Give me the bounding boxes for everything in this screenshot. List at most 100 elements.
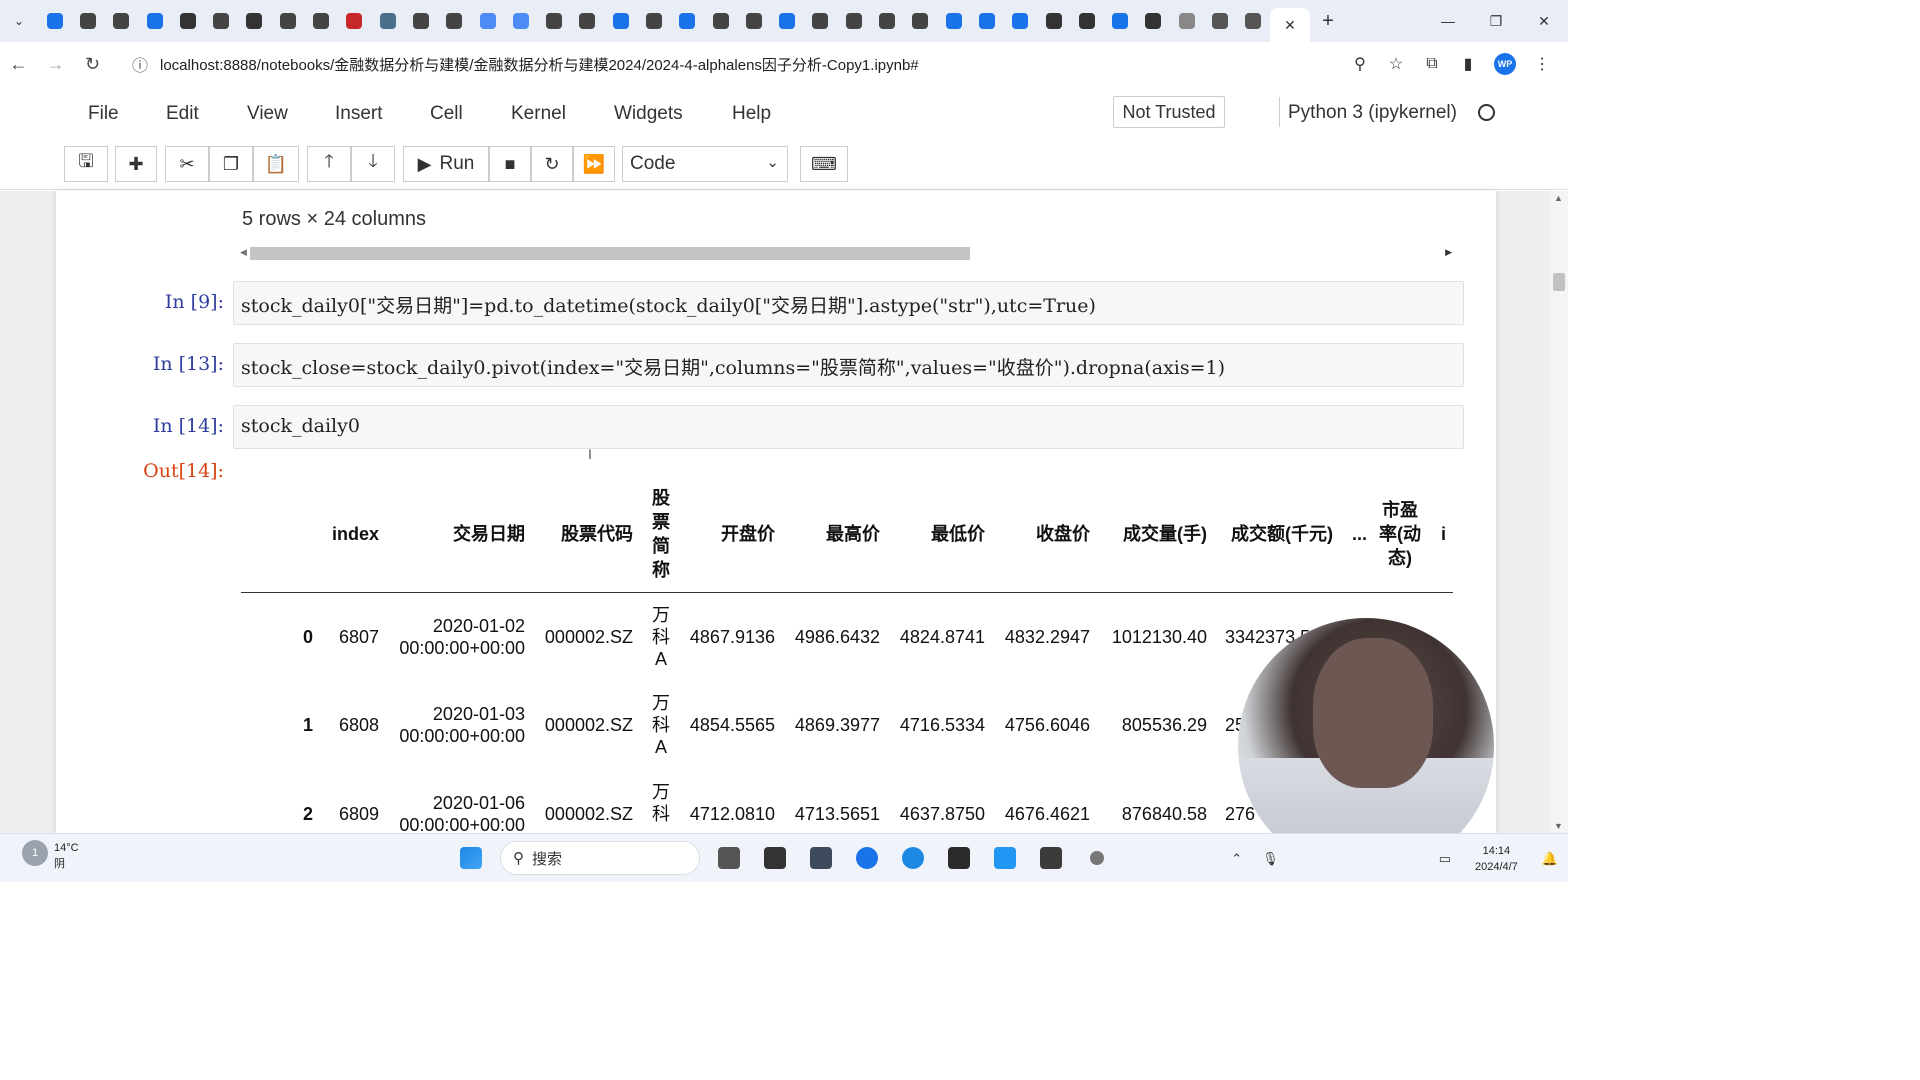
tab-favicon[interactable]: [138, 0, 171, 42]
kernel-name[interactable]: Python 3 (ipykernel): [1288, 102, 1457, 124]
task-view-button[interactable]: [706, 840, 752, 876]
tab-favicon[interactable]: [1203, 0, 1236, 42]
scroll-up-icon[interactable]: ▲: [1554, 193, 1563, 203]
taskbar-app-explorer[interactable]: [798, 840, 844, 876]
paste-button[interactable]: 📋: [253, 146, 299, 182]
zoom-icon[interactable]: ⚲: [1342, 42, 1378, 86]
tab-favicon[interactable]: [1037, 0, 1070, 42]
cut-button[interactable]: ✂: [165, 146, 209, 182]
taskbar-app-console[interactable]: [936, 840, 982, 876]
trust-indicator[interactable]: Not Trusted: [1113, 96, 1225, 128]
tab-favicon[interactable]: [1004, 0, 1037, 42]
tab-favicon[interactable]: [571, 0, 604, 42]
reload-icon[interactable]: ↻: [74, 42, 111, 86]
taskbar-app-chrome[interactable]: [844, 840, 890, 876]
tab-favicon[interactable]: [1137, 0, 1170, 42]
menu-file[interactable]: File: [88, 103, 119, 125]
tab-favicon[interactable]: [238, 0, 271, 42]
run-button[interactable]: ▶ Run: [403, 146, 489, 182]
scroll-down-icon[interactable]: ▼: [1554, 821, 1563, 831]
tab-favicon[interactable]: [471, 0, 504, 42]
command-palette-button[interactable]: ⌨: [800, 146, 848, 182]
browser-menu-icon[interactable]: ⋮: [1524, 42, 1560, 86]
menu-help[interactable]: Help: [732, 103, 771, 125]
tab-favicon[interactable]: [338, 0, 371, 42]
tray-chevron-up-icon[interactable]: ⌃: [1231, 851, 1242, 867]
tab-favicon[interactable]: [771, 0, 804, 42]
battery-icon[interactable]: ▭: [1439, 851, 1451, 867]
clock[interactable]: 14:14 2024/4/7: [1475, 843, 1518, 875]
tab-favicon[interactable]: [804, 0, 837, 42]
close-tab-icon[interactable]: ✕: [1284, 17, 1296, 34]
tab-favicon[interactable]: [204, 0, 237, 42]
tab-favicon[interactable]: [937, 0, 970, 42]
taskbar-app-check[interactable]: [890, 840, 936, 876]
tab-favicon[interactable]: [38, 0, 71, 42]
horizontal-scrollbar[interactable]: ◀ ▶: [240, 246, 1452, 262]
tab-favicon[interactable]: [1237, 0, 1270, 42]
weather-widget[interactable]: 1 14°C 阴: [22, 840, 79, 872]
active-tab[interactable]: ✕: [1269, 8, 1310, 42]
profile-avatar[interactable]: WP: [1494, 53, 1516, 75]
tab-favicon[interactable]: [604, 0, 637, 42]
code-cell-9[interactable]: stock_daily0["交易日期"]=pd.to_datetime(stoc…: [233, 281, 1464, 325]
tab-favicon[interactable]: [171, 0, 204, 42]
save-button[interactable]: 🖫: [64, 146, 108, 182]
restore-icon[interactable]: ❐: [1472, 0, 1520, 42]
url-field[interactable]: ⓘ localhost:8888/notebooks/金融数据分析与建模/金融数…: [132, 42, 919, 86]
tab-favicon[interactable]: [271, 0, 304, 42]
copy-button[interactable]: ❐: [209, 146, 253, 182]
taskbar-app-wps[interactable]: [1028, 840, 1074, 876]
tab-favicon[interactable]: [371, 0, 404, 42]
tab-favicon[interactable]: [537, 0, 570, 42]
notification-bell-icon[interactable]: 🔔: [1542, 851, 1558, 867]
close-window-icon[interactable]: ✕: [1520, 0, 1568, 42]
tab-favicon[interactable]: [837, 0, 870, 42]
scroll-left-icon[interactable]: ◀: [240, 247, 247, 258]
tab-favicon[interactable]: [737, 0, 770, 42]
new-tab-button[interactable]: +: [1310, 0, 1346, 42]
tab-favicon[interactable]: [504, 0, 537, 42]
restart-button[interactable]: ↻: [531, 146, 573, 182]
forward-arrow-icon[interactable]: →: [37, 42, 74, 86]
move-down-button[interactable]: 🡓: [351, 146, 395, 182]
tab-favicon[interactable]: [970, 0, 1003, 42]
menu-view[interactable]: View: [247, 103, 288, 125]
menu-kernel[interactable]: Kernel: [511, 103, 566, 125]
restart-run-all-button[interactable]: ⏩: [573, 146, 615, 182]
site-info-icon[interactable]: ⓘ: [132, 52, 160, 76]
taskbar-app-recorder[interactable]: [1074, 840, 1120, 876]
tab-favicon[interactable]: [870, 0, 903, 42]
tab-favicon[interactable]: [637, 0, 670, 42]
tab-favicon[interactable]: [404, 0, 437, 42]
interrupt-button[interactable]: ■: [489, 146, 531, 182]
start-button[interactable]: [448, 840, 494, 876]
side-panel-icon[interactable]: ▮: [1450, 42, 1486, 86]
tab-favicon[interactable]: [1104, 0, 1137, 42]
url-text[interactable]: localhost:8888/notebooks/金融数据分析与建模/金融数据分…: [160, 54, 919, 75]
vertical-scrollbar[interactable]: ▲ ▼: [1550, 191, 1568, 833]
taskbar-app-vscode[interactable]: [982, 840, 1028, 876]
cell-type-select[interactable]: Code ⌄: [622, 146, 788, 182]
tab-favicon[interactable]: [671, 0, 704, 42]
back-arrow-icon[interactable]: ←: [0, 42, 37, 86]
tab-favicon[interactable]: [1070, 0, 1103, 42]
vertical-scrollbar-thumb[interactable]: [1553, 273, 1565, 291]
scroll-right-icon[interactable]: ▶: [1445, 247, 1452, 258]
menu-widgets[interactable]: Widgets: [614, 103, 683, 125]
tab-favicon[interactable]: [704, 0, 737, 42]
extensions-puzzle-icon[interactable]: ⧉: [1414, 42, 1450, 86]
tab-favicon[interactable]: [71, 0, 104, 42]
microphone-icon[interactable]: 🎙: [1262, 851, 1279, 867]
menu-cell[interactable]: Cell: [430, 103, 463, 125]
bookmark-star-icon[interactable]: ☆: [1378, 42, 1414, 86]
tab-favicon[interactable]: [904, 0, 937, 42]
move-up-button[interactable]: 🡑: [307, 146, 351, 182]
taskbar-app-terminal[interactable]: [752, 840, 798, 876]
tab-favicon[interactable]: [438, 0, 471, 42]
taskbar-search[interactable]: ⚲ 搜索: [500, 841, 700, 875]
insert-cell-button[interactable]: ✚: [115, 146, 157, 182]
tab-favicon[interactable]: [105, 0, 138, 42]
code-cell-13[interactable]: stock_close=stock_daily0.pivot(index="交易…: [233, 343, 1464, 387]
code-cell-14[interactable]: stock_daily0: [233, 405, 1464, 449]
